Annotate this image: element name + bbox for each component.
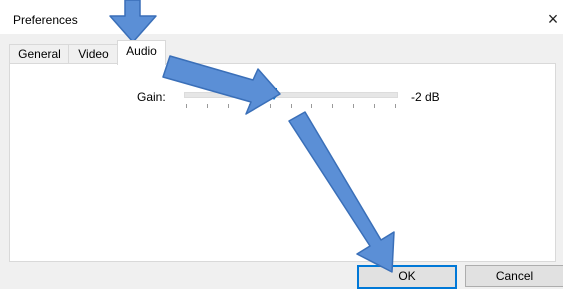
gain-slider-track[interactable] [184,92,398,98]
gain-slider-ticks [186,104,396,110]
slider-tick [291,104,292,108]
slider-tick [249,104,250,108]
audio-panel: Gain: -2 dB [9,63,556,262]
slider-tick [395,104,396,108]
slider-tick [270,104,271,108]
slider-tick [207,104,208,108]
gain-label: Gain: [137,90,166,104]
tab-video[interactable]: Video [68,44,119,64]
slider-tick [186,104,187,108]
slider-tick [228,104,229,108]
tab-audio[interactable]: Audio [117,40,166,65]
tab-general[interactable]: General [9,44,70,64]
gain-slider-thumb[interactable] [270,88,277,100]
window-title: Preferences [13,13,78,27]
slider-tick [332,104,333,108]
slider-tick [311,104,312,108]
ok-button[interactable]: OK [357,265,457,289]
close-icon[interactable]: × [543,10,563,30]
slider-tick [353,104,354,108]
gain-value: -2 dB [411,90,440,104]
slider-tick [374,104,375,108]
title-bar: Preferences × [0,0,563,34]
